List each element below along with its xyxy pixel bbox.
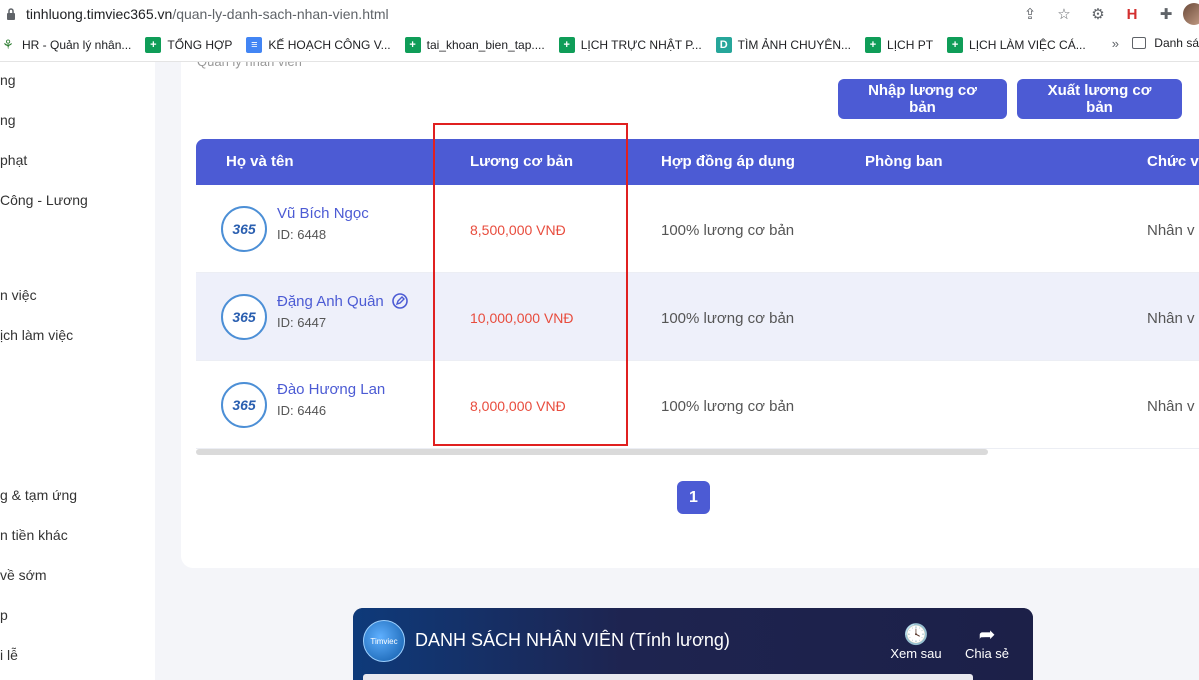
export-salary-button[interactable]: Xuất lương cơ bản — [1017, 79, 1182, 119]
sidebar-item[interactable]: Công - Lương — [0, 192, 88, 208]
contract-type: 100% lương cơ bản — [661, 222, 795, 239]
bookmark-label: LỊCH LÀM VIỆC CÁ... — [969, 37, 1086, 52]
share-page-icon[interactable]: ⇪ — [1021, 5, 1039, 23]
sheet-icon: + — [865, 36, 882, 53]
puzzle-icon[interactable]: ✚ — [1157, 5, 1175, 23]
video-progress-bar[interactable] — [363, 674, 973, 680]
sidebar-item[interactable]: n việc — [0, 287, 37, 303]
bookmark-label: TÌM ẢNH CHUYÊN... — [737, 37, 852, 52]
share-button[interactable]: ➦ Chia sẻ — [957, 622, 1017, 661]
bookmark-tai-khoan[interactable]: + tai_khoan_bien_tap.... — [404, 36, 545, 53]
employee-position: Nhân v — [1147, 222, 1195, 239]
column-header-contract: Hợp đồng áp dụng — [661, 153, 795, 170]
column-header-position: Chức v — [1147, 153, 1199, 170]
lock-icon — [7, 8, 15, 20]
share-label: Chia sẻ — [964, 646, 1010, 661]
sidebar-item[interactable]: g & tạm ứng — [0, 487, 77, 503]
doc-icon: ≡ — [246, 36, 263, 53]
bookmarks-more-button[interactable]: » — [1112, 36, 1119, 51]
bookmarks-bar: ⚘ HR - Quản lý nhân... + TỔNG HỢP ≡ KẾ HOẠC… — [0, 28, 1199, 62]
sidebar-item[interactable]: ng — [0, 72, 16, 88]
sidebar: ng ng phạt Công - Lương n việc ịch làm v… — [0, 62, 155, 680]
sidebar-item[interactable]: p — [0, 607, 8, 623]
employee-position: Nhân v — [1147, 398, 1195, 415]
bookmark-hr[interactable]: ⚘ HR - Quản lý nhân... — [0, 37, 131, 53]
url-text[interactable]: tinhluong.timviec365.vn/quan-ly-danh-sac… — [26, 6, 389, 22]
column-header-name: Họ và tên — [226, 153, 294, 170]
clock-icon: 🕓 — [903, 624, 929, 646]
bookmark-label: tai_khoan_bien_tap.... — [426, 37, 545, 52]
watch-later-button[interactable]: 🕓 Xem sau — [886, 622, 946, 661]
employee-id: ID: 6448 — [277, 227, 327, 242]
star-icon[interactable]: ☆ — [1055, 5, 1073, 23]
bookmark-lich-lam-viec[interactable]: + LỊCH LÀM VIỆC CÁ... — [947, 36, 1086, 53]
employee-id: ID: 6446 — [277, 403, 327, 418]
sidebar-item[interactable]: phạt — [0, 152, 27, 168]
company-logo: 365 — [221, 206, 267, 252]
company-logo: 365 — [221, 294, 267, 340]
share-arrow-icon: ➦ — [978, 624, 996, 646]
browser-url-bar[interactable]: tinhluong.timviec365.vn/quan-ly-danh-sac… — [0, 0, 1199, 28]
employee-position: Nhân v — [1147, 310, 1195, 327]
sidebar-item[interactable]: ng — [0, 112, 16, 128]
watch-later-label: Xem sau — [890, 646, 942, 661]
sidebar-item[interactable]: i lễ — [0, 647, 18, 663]
profile-avatar[interactable] — [1183, 3, 1199, 25]
pagination-page-button[interactable]: 1 — [677, 481, 710, 514]
video-embed[interactable]: Timviec DANH SÁCH NHÂN VIÊN (Tính lương)… — [353, 608, 1033, 680]
table-row[interactable]: 365 Đặng Anh Quân ID: 6447 10,000,000 VN… — [196, 273, 1199, 361]
company-logo: 365 — [221, 382, 267, 428]
edit-icon[interactable] — [392, 293, 408, 309]
extension-gear-icon[interactable]: ⚙ — [1089, 5, 1107, 23]
reading-list-button[interactable]: Danh sá — [1132, 36, 1199, 50]
column-header-salary: Lương cơ bản — [470, 153, 574, 170]
contract-type: 100% lương cơ bản — [661, 398, 795, 415]
employee-name[interactable]: Vũ Bích Ngọc — [277, 205, 369, 222]
sheet-icon: + — [558, 36, 575, 53]
channel-logo[interactable]: Timviec — [363, 620, 405, 662]
extension-h-icon[interactable]: H — [1123, 5, 1141, 23]
list-icon — [1132, 37, 1147, 49]
horizontal-scrollbar[interactable] — [196, 449, 988, 455]
contract-type: 100% lương cơ bản — [661, 310, 795, 327]
d-icon: D — [715, 36, 732, 53]
bookmark-label: HR - Quản lý nhân... — [22, 37, 132, 52]
bookmark-tim-anh[interactable]: D TÌM ẢNH CHUYÊN... — [715, 36, 852, 53]
table-header: Họ và tên Lương cơ bản Hợp đồng áp dụng … — [196, 139, 1199, 185]
bookmark-tong-hop[interactable]: + TỔNG HỢP — [145, 36, 233, 53]
employee-salary-card: Quản lý nhân viên Nhập lương cơ bản Xuất… — [181, 62, 1199, 568]
bookmark-label: TỔNG HỢP — [167, 37, 233, 52]
base-salary: 10,000,000 VNĐ — [470, 310, 574, 326]
sheet-icon: + — [145, 36, 162, 53]
base-salary: 8,500,000 VNĐ — [470, 222, 566, 238]
table-row[interactable]: 365 Vũ Bích Ngọc ID: 6448 8,500,000 VNĐ … — [196, 185, 1199, 273]
hr-icon: ⚘ — [2, 36, 14, 52]
bookmark-label: LỊCH TRỰC NHẬT P... — [580, 37, 702, 52]
reading-list-label: Danh sá — [1154, 36, 1199, 50]
sidebar-item[interactable]: n tiền khác — [0, 527, 68, 543]
bookmark-lich-truc[interactable]: + LỊCH TRỰC NHẬT P... — [558, 36, 702, 53]
employee-id: ID: 6447 — [277, 315, 327, 330]
bookmark-ke-hoach[interactable]: ≡ KẾ HOẠCH CÔNG V... — [246, 36, 391, 53]
sheet-icon: + — [947, 36, 964, 53]
sidebar-item[interactable]: về sớm — [0, 567, 47, 583]
bookmark-label: KẾ HOẠCH CÔNG V... — [268, 37, 391, 52]
import-salary-button[interactable]: Nhập lương cơ bản — [838, 79, 1007, 119]
column-header-department: Phòng ban — [865, 153, 943, 170]
employee-table: Họ và tên Lương cơ bản Hợp đồng áp dụng … — [196, 139, 1199, 449]
employee-name[interactable]: Đào Hương Lan — [277, 381, 385, 398]
url-host: tinhluong.timviec365.vn — [26, 6, 173, 22]
sidebar-item[interactable]: ịch làm việc — [0, 327, 73, 343]
base-salary: 8,000,000 VNĐ — [470, 398, 566, 414]
bookmark-label: LỊCH PT — [887, 37, 934, 52]
sheet-icon: + — [404, 36, 421, 53]
table-row[interactable]: 365 Đào Hương Lan ID: 6446 8,000,000 VNĐ… — [196, 361, 1199, 449]
bookmark-lich-pt[interactable]: + LỊCH PT — [865, 36, 934, 53]
video-title[interactable]: DANH SÁCH NHÂN VIÊN (Tính lương) — [415, 630, 730, 651]
url-path: /quan-ly-danh-sach-nhan-vien.html — [172, 6, 389, 22]
employee-name[interactable]: Đặng Anh Quân — [277, 293, 384, 310]
